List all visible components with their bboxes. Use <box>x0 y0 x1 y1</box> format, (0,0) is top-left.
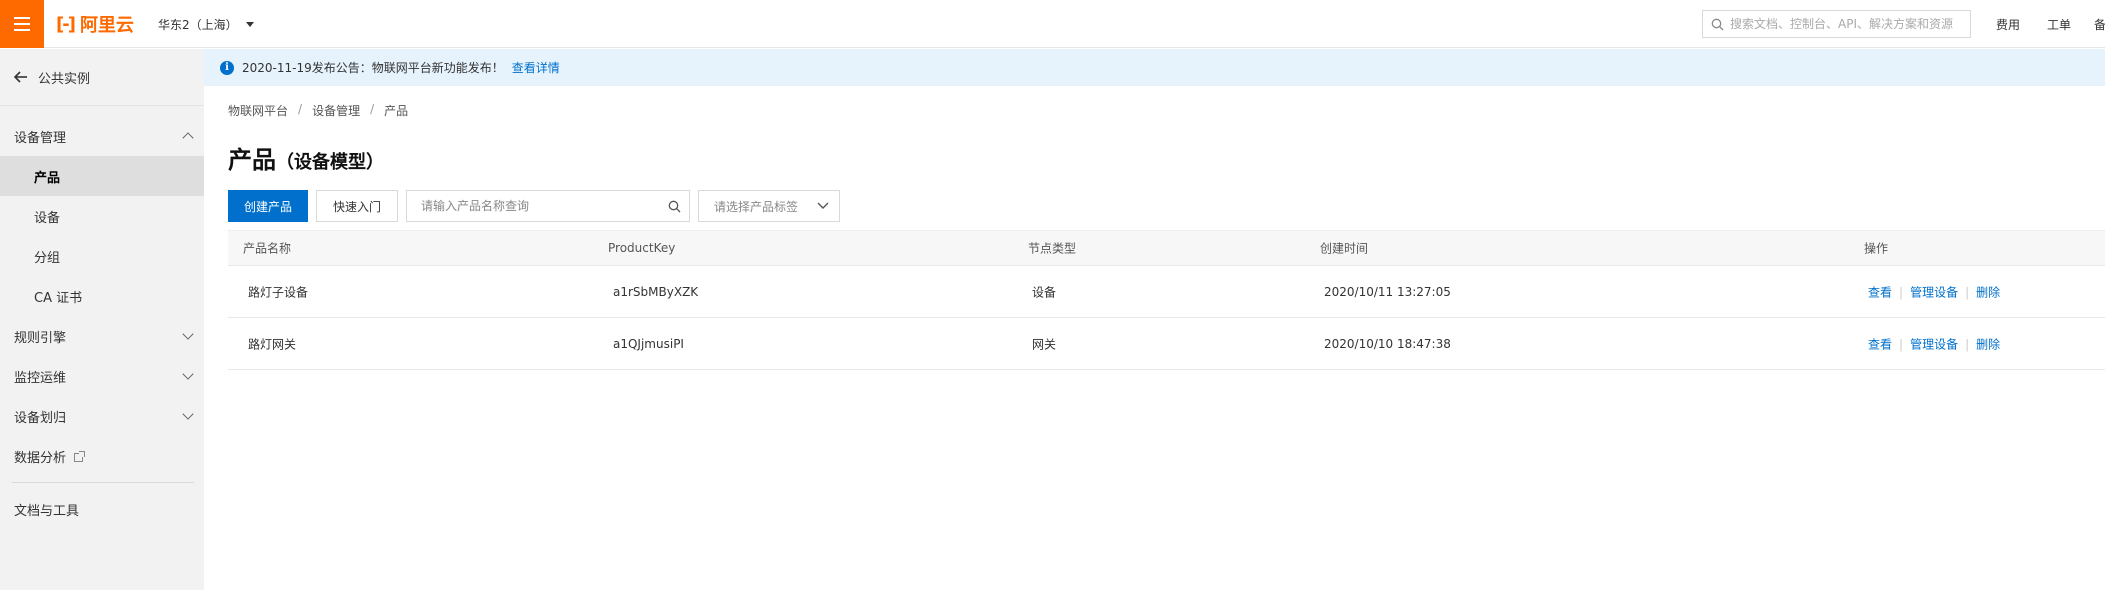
info-icon: i <box>220 60 234 75</box>
global-search-input[interactable] <box>1730 17 1960 31</box>
breadcrumb-separator: / <box>298 102 303 116</box>
node-type-cell: 网关 <box>1032 337 1057 351</box>
top-link-record[interactable]: 备 <box>2094 16 2105 33</box>
product-name-cell: 路灯网关 <box>248 337 297 351</box>
region-selector[interactable]: 华东2（上海） <box>158 16 254 33</box>
search-icon <box>1711 18 1724 30</box>
arrow-left-icon <box>14 71 27 83</box>
product-tag-select[interactable]: 请选择产品标签 <box>698 190 841 222</box>
page-title-main: 产品 <box>228 146 276 174</box>
chevron-down-icon <box>182 328 194 340</box>
announcement-text: 2020-11-19发布公告：物联网平台新功能发布！ <box>242 61 504 75</box>
created-time-cell: 2020/10/10 18:47:38 <box>1324 336 1451 351</box>
breadcrumb-separator: / <box>370 102 375 116</box>
table-row: 路灯子设备 a1rSbMByXZK 设备 2020/10/11 13:27:05… <box>228 266 2105 318</box>
logo-mark-icon: [-] <box>56 13 76 35</box>
menu-line-icon <box>14 23 30 25</box>
top-link-ticket[interactable]: 工单 <box>2047 16 2071 33</box>
quick-start-button[interactable]: 快速入门 <box>316 190 399 222</box>
global-search[interactable] <box>1702 10 1971 38</box>
sidebar-group-rule-engine[interactable]: 规则引擎 <box>0 316 204 356</box>
menu-line-icon <box>14 29 30 31</box>
search-icon[interactable] <box>668 200 681 213</box>
tag-select-placeholder: 请选择产品标签 <box>714 199 799 214</box>
page-title: 产品（设备模型） <box>228 140 384 175</box>
chevron-down-icon <box>182 368 194 380</box>
sidebar-group-label: 规则引擎 <box>14 330 67 346</box>
top-navbar: [-] 阿里云 华东2（上海） 费用 工单 备 <box>0 0 2105 48</box>
sidebar-item-ca-cert[interactable]: CA 证书 <box>0 276 204 316</box>
sidebar-group-label: 监控运维 <box>14 370 67 386</box>
sidebar-item-label: 文档与工具 <box>14 503 80 519</box>
sidebar-group-label: 设备划归 <box>14 410 67 426</box>
manage-devices-link[interactable]: 管理设备 <box>1910 337 1958 351</box>
product-name-cell: 路灯子设备 <box>248 285 309 299</box>
breadcrumb-product: 产品 <box>384 104 409 118</box>
product-table: 产品名称 ProductKey 节点类型 创建时间 操作 路灯子设备 a1rSb… <box>228 230 2105 370</box>
sidebar-item-product[interactable]: 产品 <box>0 156 204 196</box>
product-toolbar: 创建产品 快速入门 请选择产品标签 <box>228 190 841 222</box>
table-row: 路灯网关 a1QJjmusiPI 网关 2020/10/10 18:47:38 … <box>228 318 2105 370</box>
top-link-billing[interactable]: 费用 <box>1996 16 2020 33</box>
back-to-public-instance[interactable]: 公共实例 <box>0 49 204 106</box>
view-link[interactable]: 查看 <box>1868 337 1892 351</box>
chevron-down-icon <box>182 408 194 420</box>
column-header-product-name: 产品名称 <box>243 241 292 256</box>
column-header-node-type: 节点类型 <box>1028 241 1077 256</box>
column-header-created-time: 创建时间 <box>1320 241 1369 256</box>
row-actions: 查看 | 管理设备 | 删除 <box>1868 283 2000 300</box>
product-search[interactable] <box>406 190 691 222</box>
created-time-cell: 2020/10/11 13:27:05 <box>1324 284 1451 299</box>
menu-line-icon <box>14 17 30 19</box>
action-separator: | <box>1899 285 1904 299</box>
create-product-button[interactable]: 创建产品 <box>228 190 309 222</box>
column-header-actions: 操作 <box>1864 241 1889 256</box>
action-separator: | <box>1965 337 1970 351</box>
sidebar-group-label: 设备管理 <box>14 130 67 146</box>
logo-text: 阿里云 <box>79 15 134 36</box>
hamburger-menu-button[interactable] <box>0 0 44 48</box>
sidebar-item-data-analysis[interactable]: 数据分析 <box>0 436 204 476</box>
sidebar-item-device[interactable]: 设备 <box>0 196 204 236</box>
column-header-product-key: ProductKey <box>608 241 676 255</box>
sidebar-group-monitoring[interactable]: 监控运维 <box>0 356 204 396</box>
page-title-suffix: （设备模型） <box>276 152 384 173</box>
chevron-down-icon <box>817 202 829 209</box>
aliyun-logo[interactable]: [-] 阿里云 <box>56 12 134 37</box>
announcement-details-link[interactable]: 查看详情 <box>512 59 560 76</box>
region-label: 华东2（上海） <box>158 18 238 32</box>
sidebar-group-device-management[interactable]: 设备管理 <box>0 116 204 156</box>
product-key-cell: a1rSbMByXZK <box>613 284 699 299</box>
sidebar-group-device-assignment[interactable]: 设备划归 <box>0 396 204 436</box>
delete-link[interactable]: 删除 <box>1976 337 2000 351</box>
breadcrumb: 物联网平台 / 设备管理 / 产品 <box>228 102 408 119</box>
action-separator: | <box>1899 337 1904 351</box>
product-key-cell: a1QJjmusiPI <box>613 336 684 351</box>
view-link[interactable]: 查看 <box>1868 285 1892 299</box>
back-label: 公共实例 <box>38 71 91 87</box>
sidebar-divider <box>12 482 194 483</box>
caret-down-icon <box>245 22 254 27</box>
sidebar: 公共实例 设备管理 产品 设备 分组 CA 证书 规则引擎 监控运维 设备划归 … <box>0 49 204 590</box>
action-separator: | <box>1965 285 1970 299</box>
node-type-cell: 设备 <box>1032 285 1057 299</box>
breadcrumb-iot-platform[interactable]: 物联网平台 <box>228 102 288 119</box>
external-link-icon <box>74 450 86 462</box>
chevron-up-icon <box>182 132 194 144</box>
manage-devices-link[interactable]: 管理设备 <box>1910 285 1958 299</box>
sidebar-item-docs-tools[interactable]: 文档与工具 <box>0 489 204 529</box>
announcement-bar: i 2020-11-19发布公告：物联网平台新功能发布！ 查看详情 <box>204 49 2105 86</box>
product-search-input[interactable] <box>421 199 652 213</box>
sidebar-item-group[interactable]: 分组 <box>0 236 204 276</box>
breadcrumb-device-management[interactable]: 设备管理 <box>312 102 360 119</box>
table-header: 产品名称 ProductKey 节点类型 创建时间 操作 <box>228 230 2105 266</box>
sidebar-item-label: 数据分析 <box>14 450 67 466</box>
delete-link[interactable]: 删除 <box>1976 285 2000 299</box>
row-actions: 查看 | 管理设备 | 删除 <box>1868 335 2000 352</box>
